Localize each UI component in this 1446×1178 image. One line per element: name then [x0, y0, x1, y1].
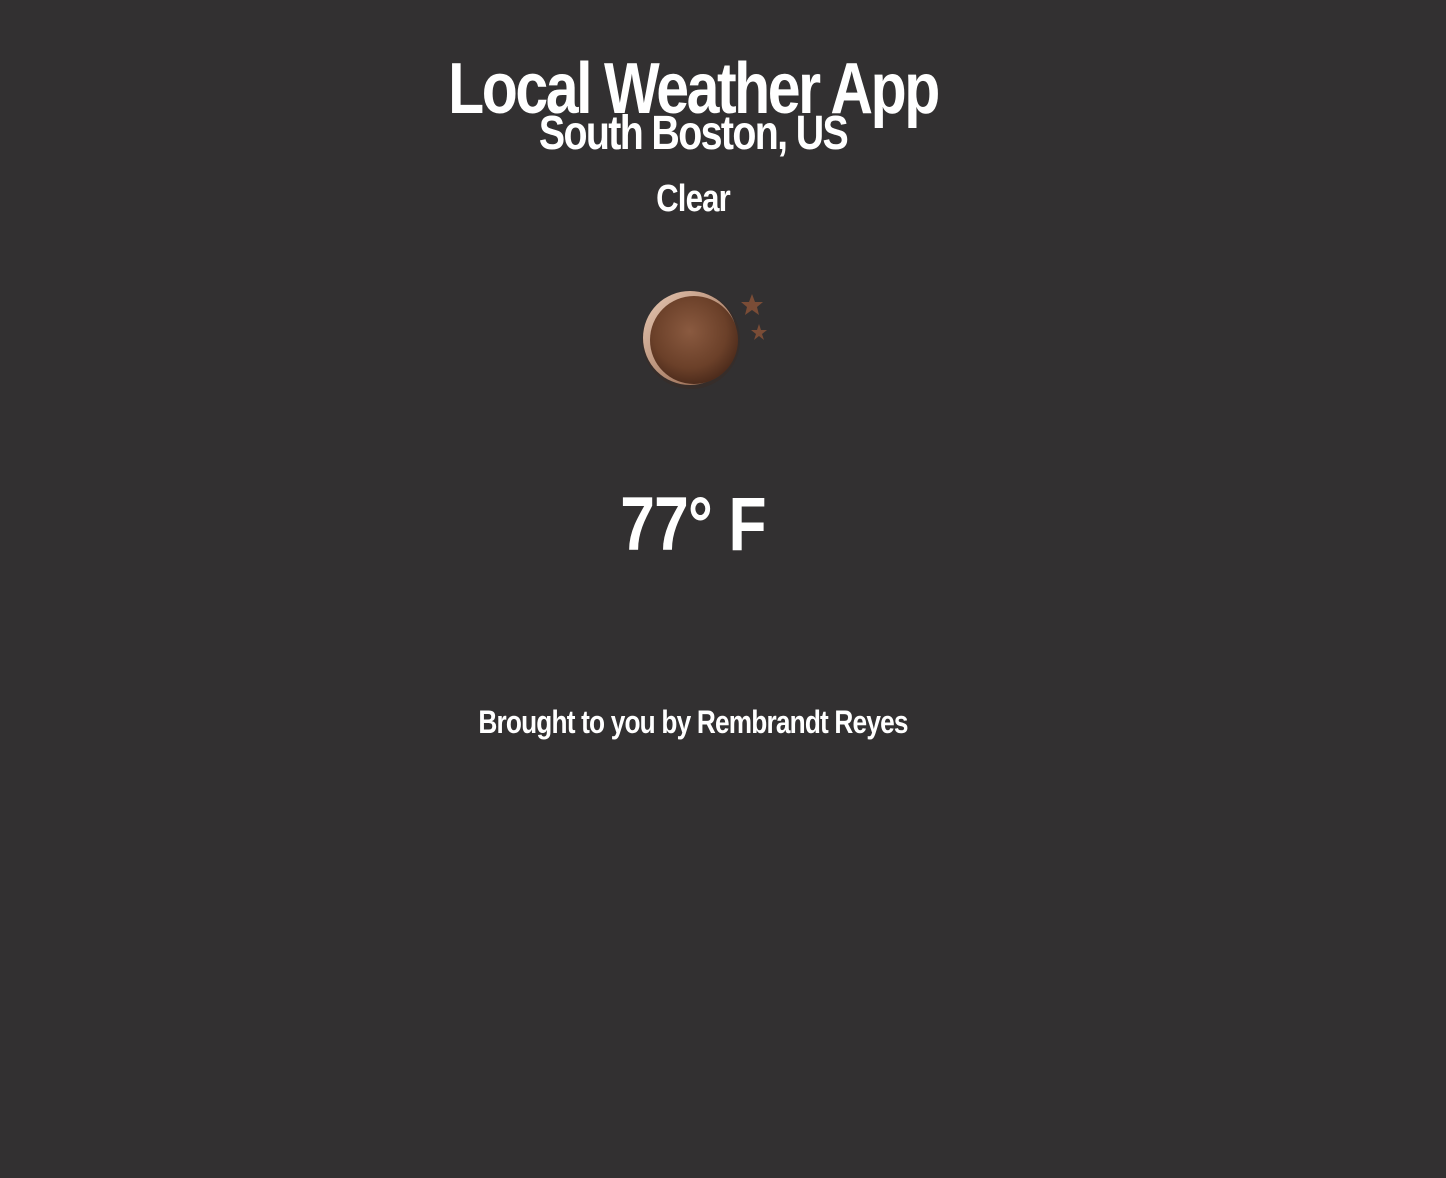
weather-condition: Clear — [656, 178, 731, 220]
star-large — [741, 294, 763, 315]
temperature-readout: 77° F — [620, 482, 766, 567]
moon-stars-icon — [638, 286, 774, 394]
moon-stars-svg — [642, 291, 767, 389]
star-small — [751, 324, 767, 340]
footer-credit: Brought to you by Rembrandt Reyes — [478, 704, 908, 740]
location-label: South Boston, US — [538, 107, 849, 160]
moon-body — [650, 296, 738, 384]
